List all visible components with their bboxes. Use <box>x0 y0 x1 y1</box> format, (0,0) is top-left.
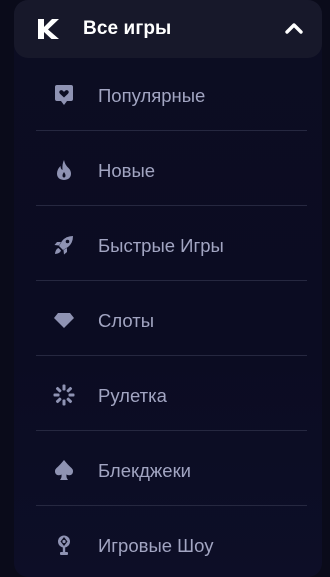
divider <box>36 505 307 506</box>
all-games-header[interactable]: Все игры <box>14 0 322 58</box>
divider <box>36 205 307 206</box>
divider <box>36 130 307 131</box>
flame-icon <box>52 158 76 182</box>
menu-item-label: Рулетка <box>98 385 167 406</box>
menu-item-game-shows[interactable]: Игровые Шоу <box>36 508 307 577</box>
menu-item-label: Быстрые Игры <box>98 235 224 256</box>
header-title: Все игры <box>83 18 172 39</box>
menu-item-roulette[interactable]: Рулетка <box>36 358 307 432</box>
heart-badge-icon <box>52 83 76 107</box>
menu-item-label: Блекджеки <box>98 460 191 481</box>
spade-icon <box>52 458 76 482</box>
roulette-wheel-icon <box>52 383 76 407</box>
menu-item-new[interactable]: Новые <box>36 133 307 207</box>
menu-item-blackjack[interactable]: Блекджеки <box>36 433 307 507</box>
menu-item-label: Игровые Шоу <box>98 535 214 556</box>
games-menu-panel: Все игры Популярные Новые Быстрые Игры С… <box>14 0 322 577</box>
menu-item-popular[interactable]: Популярные <box>36 58 307 132</box>
k-logo-icon <box>36 18 60 40</box>
menu-item-label: Популярные <box>98 85 206 106</box>
menu-item-label: Слоты <box>98 310 155 331</box>
rocket-icon <box>52 233 76 257</box>
divider <box>36 280 307 281</box>
menu-item-slots[interactable]: Слоты <box>36 283 307 357</box>
divider <box>36 355 307 356</box>
menu-item-label: Новые <box>98 160 156 181</box>
diamond-icon <box>52 308 76 332</box>
divider <box>36 430 307 431</box>
menu-item-fast-games[interactable]: Быстрые Игры <box>36 208 307 282</box>
microphone-icon <box>52 533 76 557</box>
chevron-up-icon[interactable] <box>284 20 304 36</box>
